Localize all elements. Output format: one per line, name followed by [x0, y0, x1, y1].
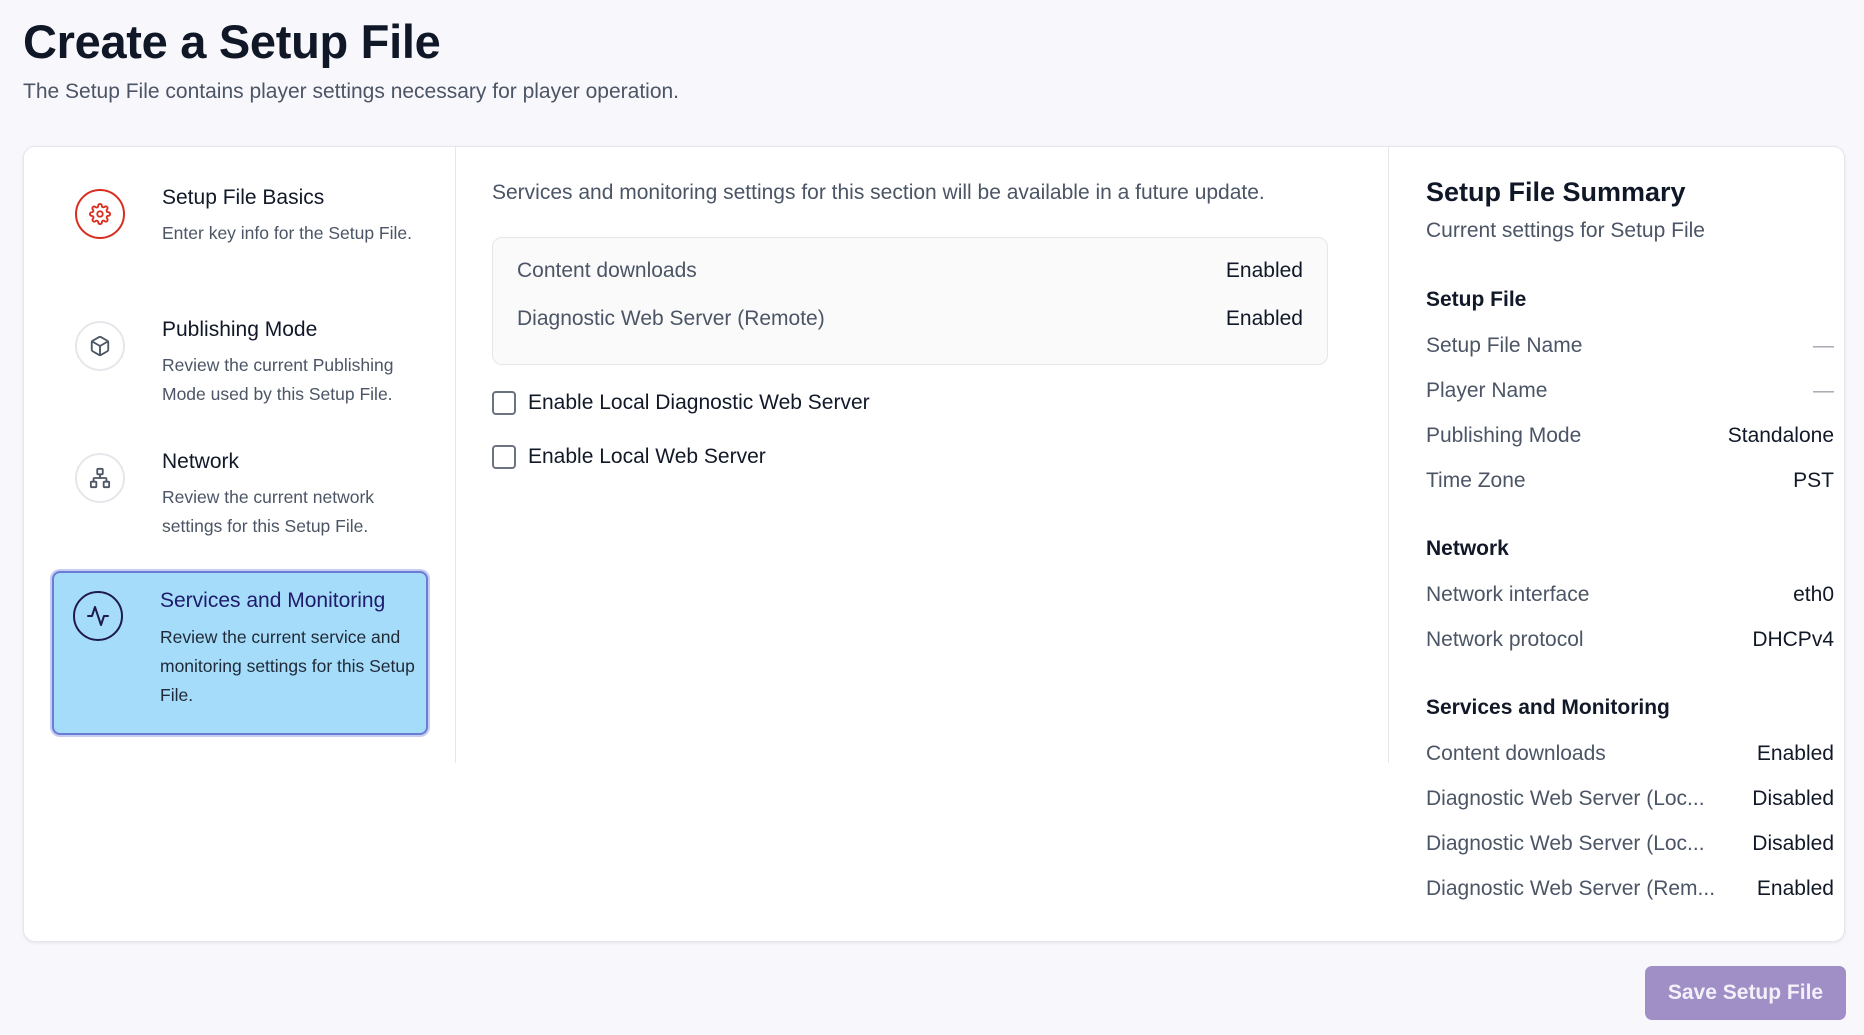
- summary-value: eth0: [1793, 583, 1834, 606]
- step-description: Enter key info for the Setup File.: [162, 223, 412, 243]
- step-title: Publishing Mode: [162, 318, 318, 341]
- summary-key: Network interface: [1426, 583, 1590, 606]
- step-title: Network: [162, 450, 240, 473]
- future-update-notice: Services and monitoring settings for thi…: [492, 181, 1265, 204]
- gear-icon: [75, 189, 125, 239]
- summary-row: Setup File Name —: [1426, 332, 1834, 360]
- setup-card: Setup File Basics Enter key info for the…: [23, 146, 1845, 942]
- summary-section-heading: Setup File: [1426, 288, 1527, 311]
- step-title: Setup File Basics: [162, 186, 325, 209]
- summary-key: Network protocol: [1426, 628, 1584, 651]
- summary-title: Setup File Summary: [1426, 177, 1686, 207]
- summary-key: Content downloads: [1426, 742, 1606, 765]
- services-status-box: Content downloads Enabled Diagnostic Web…: [492, 237, 1328, 365]
- stepper: Setup File Basics Enter key info for the…: [24, 147, 456, 763]
- summary-key: Player Name: [1426, 379, 1548, 402]
- checkbox-label: Enable Local Web Server: [528, 445, 766, 468]
- step-network[interactable]: Network Review the current network setti…: [52, 431, 428, 551]
- summary-value: —: [1813, 334, 1834, 357]
- step-description: Review the current Publishing Mode used …: [162, 355, 394, 404]
- summary-value: —: [1813, 379, 1834, 402]
- summary-value: Disabled: [1752, 832, 1834, 855]
- cube-icon: [75, 321, 125, 371]
- page-title: Create a Setup File: [23, 15, 441, 68]
- status-row: Diagnostic Web Server (Remote) Enabled: [517, 304, 1303, 334]
- summary-value: Enabled: [1756, 742, 1834, 765]
- status-label: Content downloads: [517, 259, 697, 282]
- summary-value: DHCPv4: [1752, 628, 1834, 651]
- step-services-and-monitoring[interactable]: Services and Monitoring Review the curre…: [52, 571, 428, 735]
- checkbox-label: Enable Local Diagnostic Web Server: [528, 391, 870, 414]
- summary-section-heading: Services and Monitoring: [1426, 696, 1670, 719]
- summary-key: Publishing Mode: [1426, 424, 1582, 447]
- summary-row: Network protocol DHCPv4: [1426, 626, 1834, 654]
- enable-local-diagnostic-web-server-checkbox[interactable]: Enable Local Diagnostic Web Server: [492, 389, 870, 417]
- summary-key: Time Zone: [1426, 469, 1526, 492]
- status-value: Enabled: [1225, 259, 1303, 282]
- step-description: Review the current service and monitorin…: [160, 627, 415, 705]
- status-value: Enabled: [1225, 307, 1303, 330]
- checkbox-box[interactable]: [492, 445, 516, 469]
- network-icon: [75, 453, 125, 503]
- checkbox-box[interactable]: [492, 391, 516, 415]
- enable-local-web-server-checkbox[interactable]: Enable Local Web Server: [492, 443, 766, 471]
- summary-row: Network interface eth0: [1426, 581, 1834, 609]
- summary-row: Player Name —: [1426, 377, 1834, 405]
- step-title: Services and Monitoring: [160, 589, 386, 612]
- summary-row: Content downloads Enabled: [1426, 740, 1834, 768]
- summary-key: Setup File Name: [1426, 334, 1583, 357]
- save-setup-file-button[interactable]: Save Setup File: [1645, 966, 1846, 1020]
- summary-row: Diagnostic Web Server (Loc... Disabled: [1426, 830, 1834, 858]
- status-row: Content downloads Enabled: [517, 256, 1303, 286]
- summary-subtitle: Current settings for Setup File: [1426, 219, 1705, 242]
- summary-key: Diagnostic Web Server (Loc...: [1426, 832, 1705, 855]
- summary-row: Publishing Mode Standalone: [1426, 422, 1834, 450]
- step-description: Review the current network settings for …: [162, 487, 375, 536]
- summary-key: Diagnostic Web Server (Rem...: [1426, 877, 1716, 900]
- summary-row: Diagnostic Web Server (Loc... Disabled: [1426, 785, 1834, 813]
- summary-row: Diagnostic Web Server (Rem... Enabled: [1426, 875, 1834, 903]
- step-publishing-mode[interactable]: Publishing Mode Review the current Publi…: [52, 299, 428, 419]
- status-label: Diagnostic Web Server (Remote): [517, 307, 825, 330]
- services-panel: Services and monitoring settings for thi…: [456, 147, 1388, 763]
- activity-icon: [73, 591, 123, 641]
- summary-value: Enabled: [1756, 877, 1834, 900]
- page-subtitle: The Setup File contains player settings …: [23, 80, 680, 103]
- step-setup-file-basics[interactable]: Setup File Basics Enter key info for the…: [52, 167, 428, 287]
- summary-value: Disabled: [1752, 787, 1834, 810]
- summary-value: Standalone: [1727, 424, 1834, 447]
- summary-value: PST: [1793, 469, 1834, 492]
- summary-section-heading: Network: [1426, 537, 1509, 560]
- summary-key: Diagnostic Web Server (Loc...: [1426, 787, 1705, 810]
- summary-row: Time Zone PST: [1426, 467, 1834, 495]
